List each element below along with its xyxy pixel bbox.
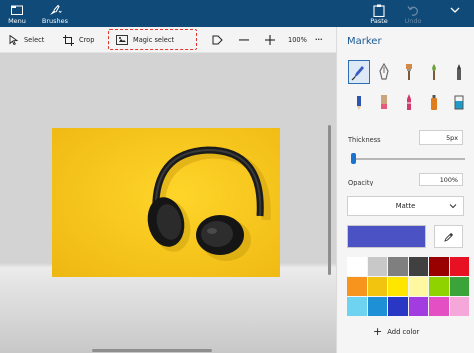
cursor-icon — [7, 34, 19, 46]
chevron-down-icon — [448, 3, 462, 17]
add-color-label: Add color — [387, 328, 420, 336]
magic-select-highlight — [108, 29, 197, 50]
folder-icon — [10, 3, 24, 17]
paste-label: Paste — [370, 17, 388, 25]
clipboard-icon — [372, 3, 386, 17]
zoom-level[interactable]: 100% — [288, 27, 307, 53]
spray-can-icon[interactable] — [424, 91, 444, 113]
watercolor-icon[interactable] — [424, 61, 444, 83]
panel-title: Marker — [347, 36, 382, 47]
color-swatch[interactable] — [449, 257, 469, 276]
color-swatch[interactable] — [429, 277, 449, 296]
menu-label: Menu — [8, 17, 26, 25]
texture-value: Matte — [395, 202, 416, 210]
pixel-pen-icon[interactable] — [449, 61, 469, 83]
color-swatch[interactable] — [367, 277, 387, 296]
brushes-button[interactable]: Brushes — [40, 0, 70, 27]
color-swatch[interactable] — [408, 277, 428, 296]
chevron-down-icon — [449, 204, 457, 209]
color-swatch[interactable] — [388, 297, 408, 316]
canvas-image-headphones[interactable] — [52, 128, 280, 277]
more-options-button[interactable] — [440, 0, 470, 27]
eraser-icon[interactable] — [374, 91, 394, 113]
color-swatch[interactable] — [367, 297, 387, 316]
crop-icon — [62, 34, 74, 46]
color-swatch[interactable] — [449, 297, 469, 316]
minus-icon — [238, 34, 250, 46]
oil-brush-icon[interactable] — [399, 61, 419, 83]
menu-button[interactable]: Menu — [4, 0, 30, 27]
plus-icon — [264, 34, 276, 46]
color-swatch[interactable] — [408, 297, 428, 316]
texture-dropdown[interactable]: Matte — [347, 196, 464, 216]
brush-panel: Marker Thickness 5px Opacity 100% Matte … — [336, 27, 474, 353]
color-swatch[interactable] — [429, 257, 449, 276]
color-swatch[interactable] — [388, 277, 408, 296]
brush-icon — [48, 3, 62, 17]
thickness-slider-thumb[interactable] — [351, 153, 357, 164]
opacity-value: 100% — [439, 176, 458, 184]
thickness-value: 5px — [446, 133, 458, 142]
tool-bar: Select Crop Magic select 100% ··· — [0, 27, 336, 53]
opacity-input[interactable]: 100% — [419, 173, 463, 186]
fill-icon[interactable] — [449, 91, 469, 113]
calligraphy-pen-icon[interactable] — [374, 61, 394, 83]
headphones-photo — [52, 128, 280, 277]
marker-brush-icon[interactable] — [349, 61, 369, 83]
color-swatch[interactable] — [408, 257, 428, 276]
current-color-swatch[interactable] — [347, 225, 426, 248]
pencil-icon[interactable] — [349, 91, 369, 113]
zoom-in-button[interactable] — [264, 27, 281, 53]
horizontal-scrollbar[interactable] — [92, 349, 212, 352]
toolbar-more-button[interactable]: ··· — [315, 27, 323, 53]
zoom-value: 100% — [288, 36, 307, 44]
thickness-slider-track[interactable] — [351, 158, 465, 160]
vertical-scrollbar[interactable] — [328, 125, 331, 275]
color-palette — [347, 257, 469, 316]
crop-label: Crop — [79, 36, 95, 44]
color-swatch[interactable] — [347, 277, 367, 296]
undo-icon — [406, 3, 420, 17]
eyedropper-icon — [443, 232, 453, 242]
color-swatch[interactable] — [347, 297, 367, 316]
opacity-label: Opacity — [348, 179, 374, 186]
crayon-icon[interactable] — [399, 91, 419, 113]
shape-icon — [211, 34, 223, 46]
color-swatch[interactable] — [429, 297, 449, 316]
title-bar: Menu Brushes Paste Undo — [0, 0, 474, 27]
plus-icon: + — [373, 325, 383, 338]
flip-tool[interactable] — [211, 27, 228, 53]
zoom-out-button[interactable] — [238, 27, 255, 53]
color-swatch[interactable] — [367, 257, 387, 276]
thickness-input[interactable]: 5px — [419, 130, 463, 145]
thickness-label: Thickness — [348, 136, 381, 144]
color-swatch[interactable] — [449, 277, 469, 296]
brushes-label: Brushes — [41, 17, 69, 25]
canvas-area[interactable] — [0, 53, 336, 353]
color-swatch[interactable] — [388, 257, 408, 276]
crop-tool[interactable]: Crop — [62, 27, 94, 53]
eyedropper-button[interactable] — [434, 225, 463, 248]
more-dots: ··· — [315, 36, 323, 44]
undo-label: Undo — [404, 17, 422, 25]
color-swatch[interactable] — [347, 257, 367, 276]
paste-button[interactable]: Paste — [367, 0, 391, 27]
add-color-button[interactable]: + Add color — [373, 325, 419, 339]
select-tool[interactable]: Select — [7, 27, 44, 53]
select-label: Select — [24, 36, 45, 44]
undo-button[interactable]: Undo — [402, 0, 424, 27]
